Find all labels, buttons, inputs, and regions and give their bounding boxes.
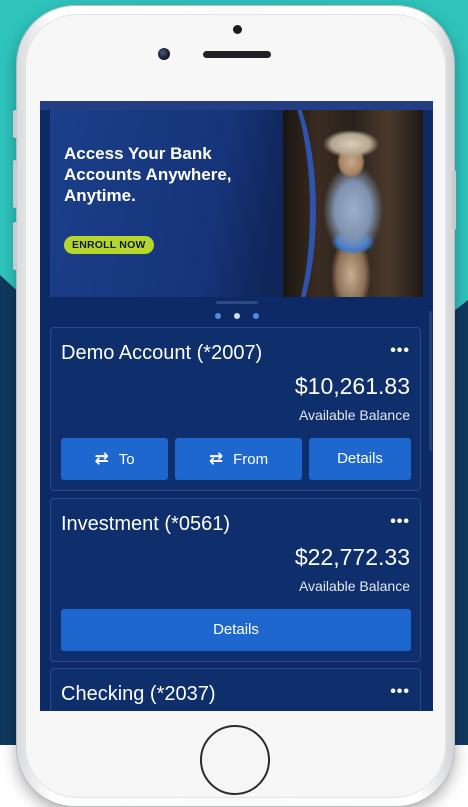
account-card-checking[interactable]: Checking (*2037) ••• (50, 668, 421, 711)
account-balance: $10,261.83 (294, 373, 410, 399)
details-label: Details (213, 621, 259, 638)
front-camera (158, 48, 170, 60)
pull-handle (216, 301, 258, 304)
status-strip (40, 101, 433, 110)
enroll-now-button[interactable]: ENROLL NOW (64, 236, 154, 254)
more-options-button[interactable]: ••• (390, 342, 410, 360)
scrollbar[interactable] (429, 311, 432, 451)
side-button-volume-down (13, 222, 17, 270)
transfer-to-label: To (118, 451, 135, 468)
account-balance: $22,772.33 (294, 544, 410, 570)
side-button-mute (13, 110, 17, 138)
balance-label: Available Balance (298, 407, 410, 423)
details-label: Details (337, 450, 383, 467)
account-name: Investment (*0561) (61, 513, 230, 535)
carousel-dot-active[interactable] (234, 313, 240, 319)
carousel-dot[interactable] (253, 313, 259, 319)
account-card-investment[interactable]: Investment (*0561) ••• $22,772.33 Availa… (50, 498, 421, 662)
transfer-to-button[interactable]: ⇄ To (61, 438, 168, 480)
transfer-from-button[interactable]: ⇄ From (175, 438, 302, 480)
app-screen: Access Your Bank Accounts Anywhere, Anyt… (40, 101, 433, 711)
home-button[interactable] (200, 725, 270, 795)
transfer-arrows-icon: ⇄ (94, 449, 109, 468)
side-button-power (452, 170, 456, 230)
earpiece-speaker (203, 51, 271, 58)
more-options-button[interactable]: ••• (390, 513, 410, 531)
promo-banner[interactable]: Access Your Bank Accounts Anywhere, Anyt… (50, 110, 423, 297)
side-button-volume-up (13, 160, 17, 208)
account-name: Checking (*2037) (61, 683, 216, 705)
transfer-arrows-icon: ⇄ (208, 449, 224, 468)
transfer-from-label: From (233, 451, 269, 468)
account-card-demo[interactable]: Demo Account (*2007) ••• $10,261.83 Avai… (50, 327, 421, 491)
banner-headline: Access Your Bank Accounts Anywhere, Anyt… (64, 144, 232, 205)
details-button[interactable]: Details (309, 438, 411, 480)
carousel-dot[interactable] (215, 313, 221, 319)
details-button[interactable]: Details (61, 609, 411, 651)
balance-label: Available Balance (298, 578, 410, 594)
carousel-dots (215, 313, 259, 321)
more-options-button[interactable]: ••• (390, 683, 410, 701)
proximity-sensor (233, 25, 242, 34)
account-name: Demo Account (*2007) (61, 342, 263, 364)
